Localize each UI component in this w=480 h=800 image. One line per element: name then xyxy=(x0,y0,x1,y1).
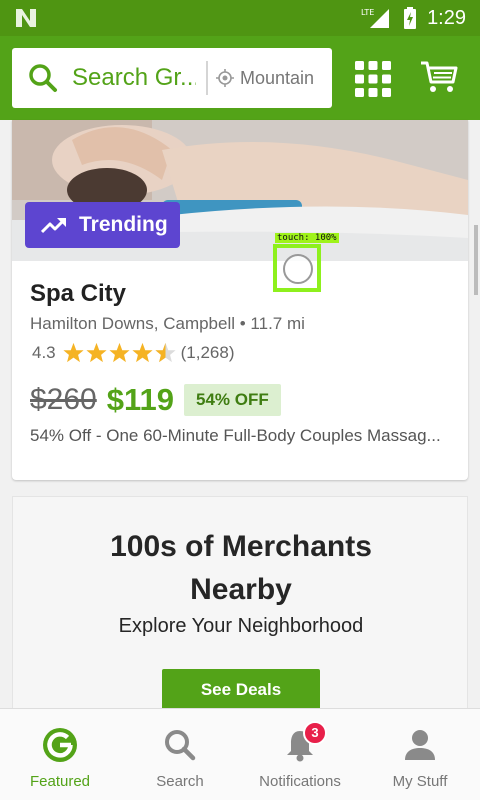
original-price: $260 xyxy=(30,383,97,416)
location-icon xyxy=(216,69,234,87)
star-full-icon xyxy=(132,342,153,363)
groupon-g-icon xyxy=(43,728,77,762)
nav-my-stuff[interactable]: My Stuff xyxy=(360,709,480,800)
star-full-icon xyxy=(109,342,130,363)
signal-icon: LTE xyxy=(361,8,390,28)
merchants-subheading: Explore Your Neighborhood xyxy=(118,615,364,637)
svg-text:LTE: LTE xyxy=(361,8,374,17)
discount-badge: 54% OFF xyxy=(184,384,281,416)
nav-featured-label: Featured xyxy=(29,773,91,790)
person-icon xyxy=(405,730,435,760)
clock: 1:29 xyxy=(427,6,466,29)
deal-card[interactable]: Trending Spa City Hamilton Downs, Campbe… xyxy=(12,120,468,480)
search-bar[interactable]: Search Gr... Mountain xyxy=(12,48,332,108)
rating-value: 4.3 xyxy=(32,343,56,362)
trending-badge: Trending xyxy=(25,202,180,248)
rating-row: 4.3 (1,268) xyxy=(32,342,235,364)
star-full-icon xyxy=(86,342,107,363)
nav-featured[interactable]: Featured xyxy=(0,709,120,800)
price-row: $260 $119 54% OFF xyxy=(30,382,281,418)
categories-grid-icon[interactable] xyxy=(354,60,392,98)
trending-label: Trending xyxy=(79,213,168,236)
merchants-heading: 100s of Merchants Nearby xyxy=(13,525,469,611)
deal-description: 54% Off - One 60-Minute Full-Body Couple… xyxy=(30,426,441,445)
bottom-nav: Featured Search Notifications My Stuff xyxy=(0,708,480,800)
search-input[interactable]: Search Gr... xyxy=(72,64,196,92)
battery-charging-icon xyxy=(404,7,417,29)
deal-price: $119 xyxy=(106,382,175,417)
cart-icon[interactable] xyxy=(420,60,458,94)
nav-search[interactable]: Search xyxy=(120,709,240,800)
deal-location: Hamilton Downs, Campbell • 11.7 mi xyxy=(30,314,305,333)
scrollbar[interactable] xyxy=(474,225,478,295)
nav-notifications-label: Notifications xyxy=(259,773,341,790)
search-icon xyxy=(29,64,57,92)
status-bar: LTE 1:29 xyxy=(0,0,480,36)
nav-notifications[interactable]: Notifications xyxy=(240,709,360,800)
star-full-icon xyxy=(63,342,84,363)
nav-search-label: Search xyxy=(156,773,204,790)
search-icon xyxy=(165,730,196,761)
merchants-heading-line2: Nearby xyxy=(190,573,292,606)
see-deals-button[interactable]: See Deals xyxy=(162,669,320,711)
star-half-icon xyxy=(155,342,176,363)
touch-point xyxy=(283,254,313,284)
status-right: LTE 1:29 xyxy=(361,5,466,31)
merchants-nearby-section: 100s of Merchants Nearby Explore Your Ne… xyxy=(12,496,468,716)
n-logo-icon xyxy=(16,9,36,27)
search-divider xyxy=(206,61,208,95)
rating-stars xyxy=(62,342,177,364)
review-count: (1,268) xyxy=(180,343,235,362)
location-field[interactable]: Mountain xyxy=(240,68,316,89)
nav-my-stuff-label: My Stuff xyxy=(392,773,448,790)
deal-title[interactable]: Spa City xyxy=(30,280,126,308)
trending-up-icon xyxy=(41,218,66,234)
app-header: Search Gr... Mountain xyxy=(0,36,480,120)
merchants-heading-line1: 100s of Merchants xyxy=(110,530,372,563)
notification-count-badge: 3 xyxy=(303,721,327,745)
touch-indicator-label: touch: 100% xyxy=(275,233,339,243)
